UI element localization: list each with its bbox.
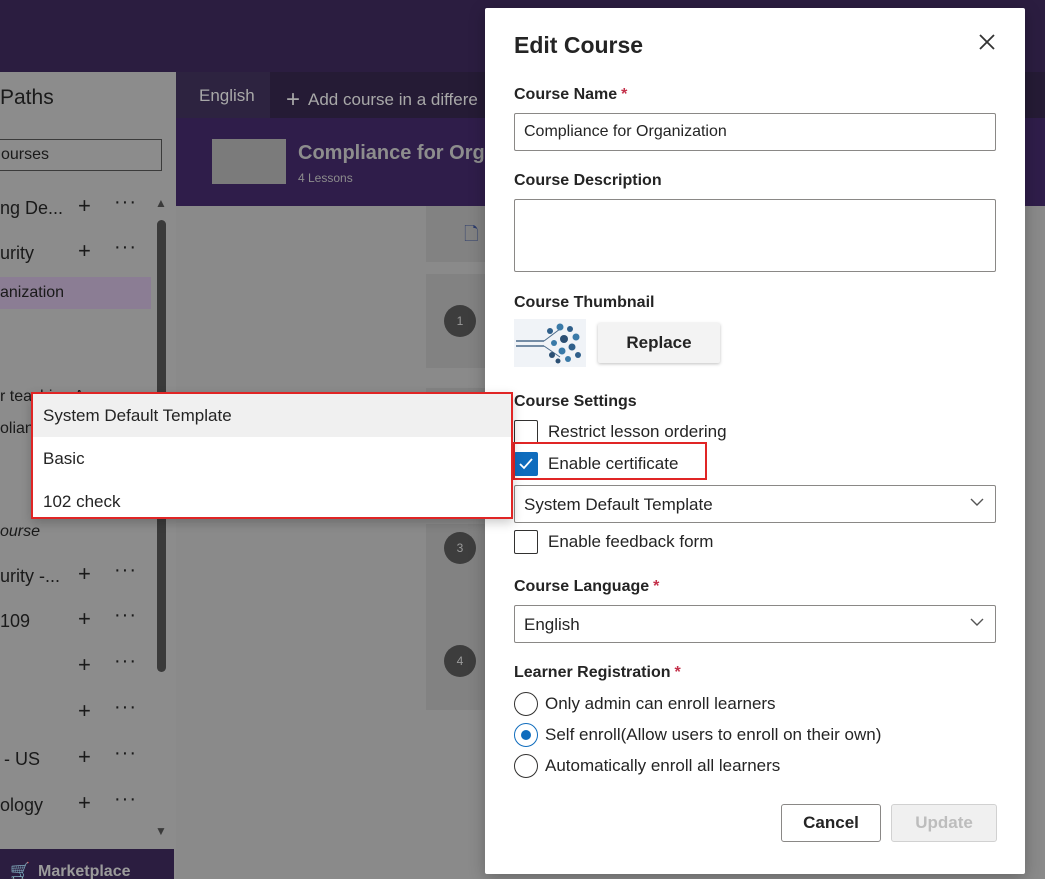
enable-feedback-checkbox[interactable] — [514, 530, 538, 554]
add-language-button[interactable]: + Add course in a differe — [286, 84, 478, 113]
add-icon[interactable]: + — [78, 698, 91, 724]
more-options-icon[interactable]: ··· — [114, 788, 137, 811]
add-icon[interactable]: + — [78, 193, 91, 219]
more-options-icon[interactable]: ··· — [114, 742, 137, 765]
radio-button[interactable] — [514, 754, 538, 778]
scroll-up-arrow-icon[interactable]: ▲ — [155, 196, 167, 210]
required-marker: * — [674, 664, 681, 681]
course-language-select[interactable]: English — [514, 605, 996, 643]
dropdown-option[interactable]: Basic — [33, 437, 511, 480]
chevron-down-icon — [969, 614, 985, 633]
dropdown-option[interactable]: 102 check — [33, 480, 511, 523]
required-marker: * — [653, 578, 660, 595]
lesson-number-badge: 1 — [444, 305, 476, 337]
course-description-label: Course Description — [514, 172, 662, 189]
update-button: Update — [891, 804, 997, 842]
course-settings-label: Course Settings — [514, 393, 637, 410]
replace-thumbnail-button[interactable]: Replace — [598, 323, 720, 363]
lesson-count: 4 Lessons — [298, 171, 353, 185]
cancel-button[interactable]: Cancel — [781, 804, 881, 842]
path-item-selected[interactable]: anization — [0, 277, 151, 309]
chevron-down-icon — [969, 494, 985, 513]
thumbnail-image — [514, 319, 586, 367]
document-icon[interactable]: 🗋 — [464, 222, 478, 252]
lesson-number-badge: 3 — [444, 532, 476, 564]
path-item[interactable]: - US + ··· — [0, 742, 150, 776]
more-options-icon[interactable]: ··· — [114, 696, 137, 719]
cart-icon: 🛒 — [10, 863, 30, 879]
add-icon[interactable]: + — [78, 790, 91, 816]
add-icon[interactable]: + — [78, 744, 91, 770]
required-marker: * — [621, 86, 628, 103]
course-title: Compliance for Orga — [298, 142, 496, 164]
dialog-title: Edit Course — [514, 32, 644, 58]
course-language-label: Course Language * — [514, 578, 660, 595]
add-icon[interactable]: + — [78, 238, 91, 264]
path-item[interactable]: + ··· — [0, 650, 150, 684]
scroll-down-arrow-icon[interactable]: ▼ — [155, 824, 167, 838]
course-description-textarea[interactable] — [514, 199, 996, 272]
course-name-input[interactable]: Compliance for Organization — [514, 113, 996, 151]
course-thumbnail-image — [212, 139, 286, 184]
edit-course-dialog: Edit Course Course Name * Compliance for … — [485, 8, 1025, 874]
learner-registration-label: Learner Registration * — [514, 664, 681, 681]
path-item[interactable]: + ··· — [0, 696, 150, 730]
more-options-icon[interactable]: ··· — [114, 650, 137, 673]
course-thumbnail-label: Course Thumbnail — [514, 294, 655, 311]
panel-title: Paths — [0, 86, 54, 109]
path-item[interactable]: urity + ··· — [0, 236, 150, 270]
template-dropdown-list: System Default Template Basic 102 check — [31, 392, 513, 519]
path-item[interactable]: 109 + ··· — [0, 604, 150, 638]
restrict-ordering-checkbox[interactable] — [514, 420, 538, 444]
add-icon[interactable]: + — [78, 606, 91, 632]
certificate-template-select[interactable]: System Default Template — [514, 485, 996, 523]
path-item[interactable]: urity -... + ··· — [0, 559, 150, 593]
more-options-icon[interactable]: ··· — [114, 191, 137, 214]
add-icon[interactable]: + — [78, 652, 91, 678]
more-options-icon[interactable]: ··· — [114, 559, 137, 582]
more-options-icon[interactable]: ··· — [114, 236, 137, 259]
marketplace-button[interactable]: 🛒 Marketplace — [0, 849, 174, 879]
add-icon[interactable]: + — [78, 561, 91, 587]
plus-icon: + — [286, 86, 301, 113]
lesson-number-badge: 4 — [444, 645, 476, 677]
path-item[interactable]: ng De... + ··· — [0, 191, 150, 225]
close-icon[interactable] — [975, 32, 999, 56]
course-search-input[interactable]: ourses — [0, 139, 162, 171]
path-item[interactable]: ology + ··· — [0, 788, 150, 822]
radio-button[interactable] — [514, 692, 538, 716]
more-options-icon[interactable]: ··· — [114, 604, 137, 627]
language-tab[interactable]: English — [176, 72, 270, 118]
course-name-label: Course Name * — [514, 86, 628, 103]
dropdown-option[interactable]: System Default Template — [33, 394, 511, 437]
certificate-highlight — [513, 442, 707, 480]
radio-button-selected[interactable] — [514, 723, 538, 747]
